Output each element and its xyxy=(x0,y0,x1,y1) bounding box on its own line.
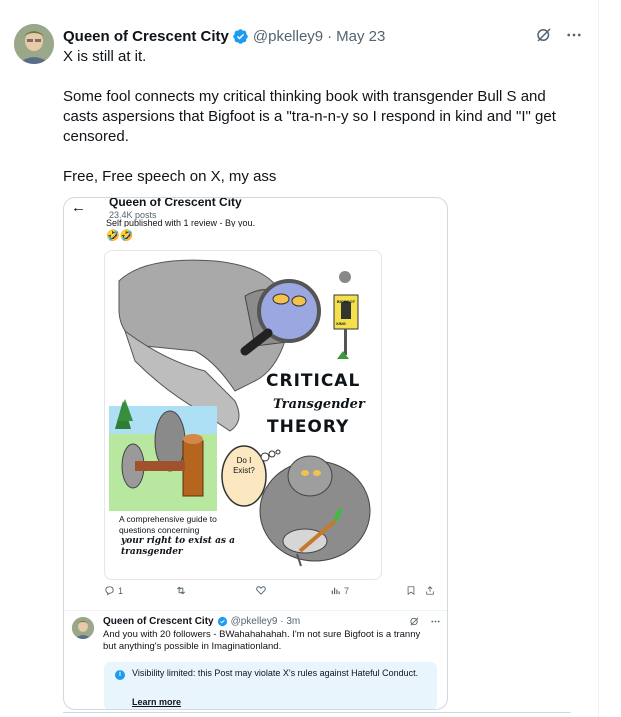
learn-more-link: Learn more xyxy=(132,697,182,707)
info-icon: i xyxy=(115,670,125,680)
share-action xyxy=(425,585,435,596)
tweet-paragraph: Some fool connects my critical thinking … xyxy=(63,88,556,145)
verified-badge-icon[interactable] xyxy=(232,28,249,45)
reply-verified-icon xyxy=(217,616,227,627)
reply-grok-icon xyxy=(410,617,419,626)
tweet-text: X is still at it. Some fool connects my … xyxy=(63,47,583,207)
more-options-icon[interactable] xyxy=(565,26,583,44)
reply-icon xyxy=(105,586,114,596)
separator: · xyxy=(327,27,333,45)
post-date[interactable]: May 23 xyxy=(336,28,385,45)
tweet-paragraph: X is still at it. xyxy=(63,48,147,65)
laughing-emoji: 🤣🤣 xyxy=(106,230,134,242)
book-title-line3: THEORY xyxy=(267,417,350,437)
screenshot-prev-text: Self published with 1 review - By you. xyxy=(106,219,256,227)
column-border xyxy=(598,0,599,717)
thought-bubble-text: Do I Exist? xyxy=(233,456,255,475)
views-count: 7 xyxy=(344,585,350,596)
reply-count: 1 xyxy=(118,585,124,596)
heart-icon xyxy=(256,586,266,595)
like-action xyxy=(255,585,267,596)
avatar[interactable] xyxy=(14,24,54,64)
reply-avatar xyxy=(72,617,94,639)
reply-more-icon xyxy=(431,620,440,623)
divider xyxy=(64,610,447,611)
reply-header: Queen of Crescent City @pkelley9 · 3m xyxy=(103,616,441,627)
screenshot-profile-name: Queen of Crescent City xyxy=(109,197,242,209)
book-title-line2: Transgender xyxy=(273,397,365,412)
sign-text-top: BIGFOOT xyxy=(336,299,356,304)
attached-screenshot[interactable]: ← Queen of Crescent City 23.4K posts Sel… xyxy=(63,197,448,710)
views-action: 7 xyxy=(330,585,349,596)
reply-author-name: Queen of Crescent City xyxy=(103,616,214,627)
author-name[interactable]: Queen of Crescent City xyxy=(63,28,229,45)
share-icon xyxy=(426,586,434,595)
bookmark-icon xyxy=(407,586,415,596)
reply-action: 1 xyxy=(104,585,123,596)
author-handle[interactable]: @pkelley9 xyxy=(253,28,323,45)
back-arrow-icon: ← xyxy=(71,199,86,216)
grok-icon[interactable] xyxy=(535,26,553,44)
notice-text: Visibility limited: this Post may violat… xyxy=(132,668,419,678)
visibility-notice: i Visibility limited: this Post may viol… xyxy=(104,662,437,709)
next-card-border xyxy=(63,712,571,713)
reply-text: And you with 20 followers - BWahahahahah… xyxy=(103,629,421,652)
reply-handle: @pkelley9 · 3m xyxy=(230,616,301,627)
tweet-header: Queen of Crescent City @pkelley9 · May 2… xyxy=(63,26,583,46)
book-cover: BIGFOOT XING CRITICAL Transgender THEORY… xyxy=(104,250,382,580)
book-guide-text: A comprehensive guide to questions conce… xyxy=(119,514,217,535)
bookmark-action xyxy=(406,585,416,596)
sign-text-bottom: XING xyxy=(336,321,346,326)
book-title-line1: CRITICAL xyxy=(266,371,361,391)
screenshot-actions: 1 7 xyxy=(104,585,434,601)
repost-icon xyxy=(177,586,185,595)
views-icon xyxy=(331,587,340,595)
repost-action xyxy=(175,585,187,596)
book-tagline: your right to exist as a transgender xyxy=(121,536,235,557)
tweet-paragraph: Free, Free speech on X, my ass xyxy=(63,168,277,185)
